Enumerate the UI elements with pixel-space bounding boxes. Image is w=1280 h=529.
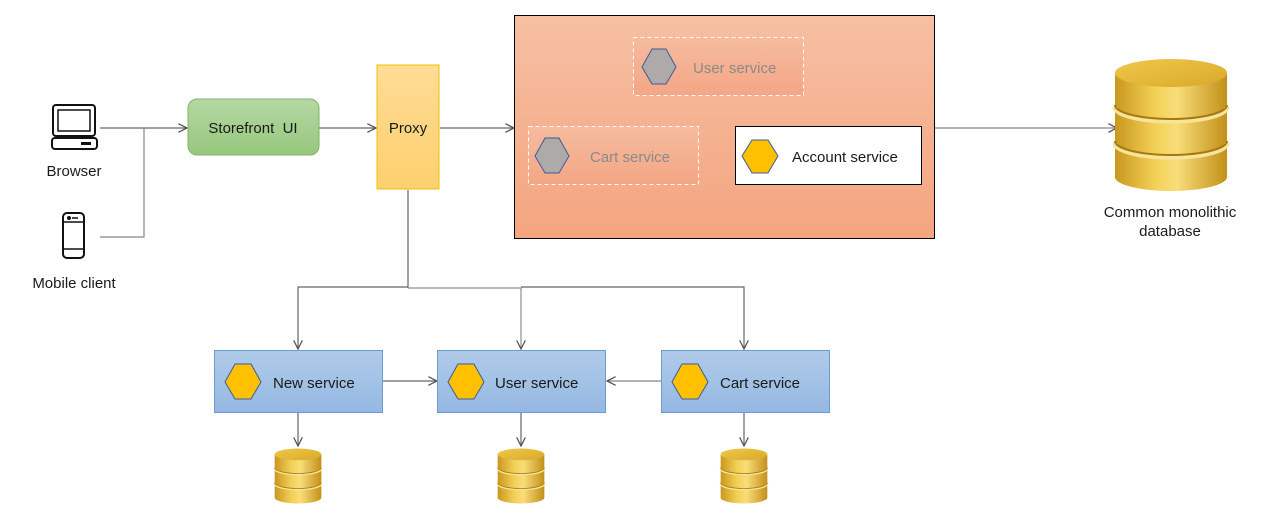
edge-mobile-storefront — [100, 128, 145, 238]
edge-bus-new-service — [298, 286, 408, 349]
architecture-diagram: Browser Mobile client Storefront UI Prox… — [32, 15, 1237, 505]
proxy-node[interactable]: Proxy — [376, 64, 440, 190]
microservice-new[interactable]: New service — [214, 350, 383, 413]
cart-service-label: Cart service — [720, 375, 800, 392]
database-label-line1: Common monolithic — [1104, 204, 1237, 221]
user-service-database-icon — [496, 447, 546, 505]
laptop-icon — [51, 104, 98, 150]
account-service-label: Account service — [792, 149, 898, 166]
database-label-line2: database — [1139, 223, 1201, 240]
database-icon — [1115, 59, 1227, 191]
storefront-ui-label: Storefront UI — [208, 120, 297, 137]
account-service[interactable]: Account service — [735, 126, 922, 185]
microservice-user[interactable]: User service — [437, 350, 606, 413]
mobile-client-label: Mobile client — [32, 275, 116, 292]
common-database[interactable]: Common monolithic database — [1104, 59, 1237, 240]
legacy-cart-service[interactable]: Cart service — [528, 126, 699, 185]
legacy-cart-service-label: Cart service — [590, 149, 670, 166]
new-service-label: New service — [273, 375, 355, 392]
proxy-label: Proxy — [389, 120, 428, 137]
edge-bus-cart-service — [521, 286, 744, 349]
smartphone-icon — [62, 212, 85, 259]
edge-bus-user-service — [408, 287, 521, 349]
user-service-label: User service — [495, 375, 578, 392]
mobile-client[interactable]: Mobile client — [32, 212, 117, 292]
microservice-cart[interactable]: Cart service — [661, 350, 830, 413]
new-service-database-icon — [273, 447, 323, 505]
legacy-user-service-label: User service — [693, 60, 776, 77]
storefront-ui-node[interactable]: Storefront UI — [187, 98, 320, 156]
browser-client[interactable]: Browser — [46, 104, 102, 180]
browser-label: Browser — [46, 163, 101, 180]
legacy-user-service[interactable]: User service — [633, 37, 804, 96]
cart-service-database-icon — [719, 447, 769, 505]
monolith-container[interactable]: User service Cart service Account servic… — [514, 15, 935, 239]
